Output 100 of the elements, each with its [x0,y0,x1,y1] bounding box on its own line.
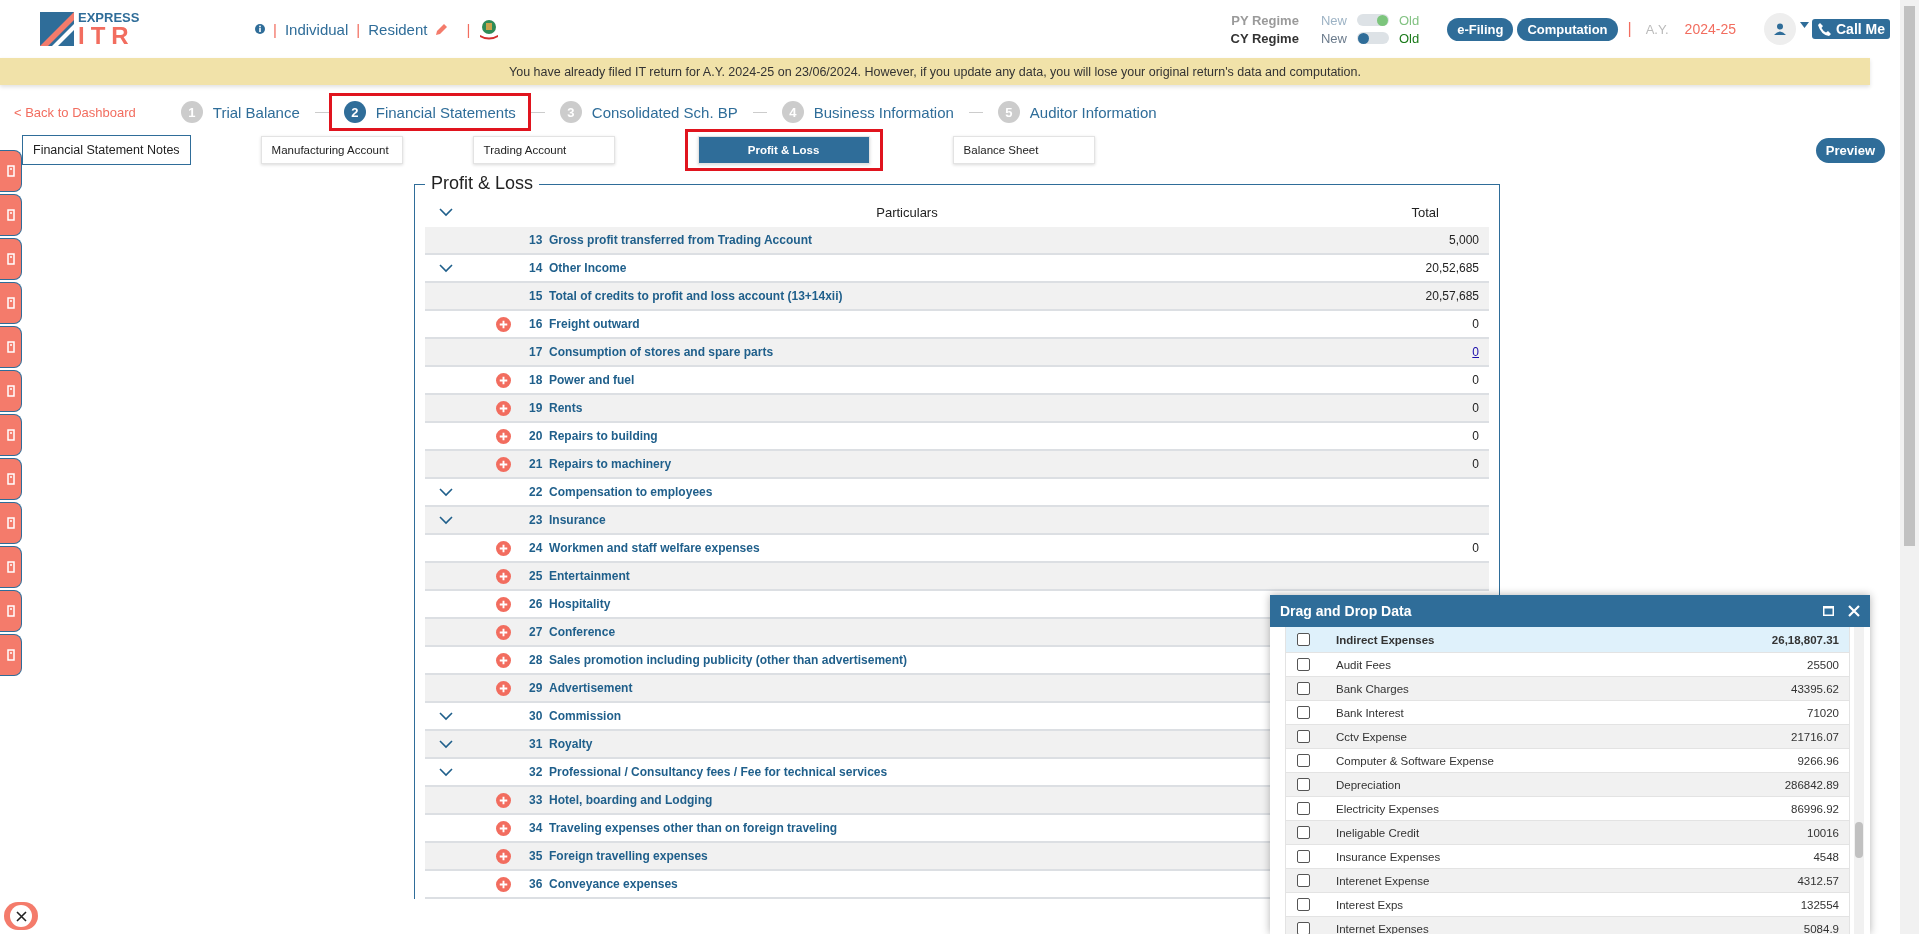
add-icon[interactable] [495,624,511,640]
account-name: Indirect Expenses [1336,633,1436,646]
row-checkbox[interactable] [1297,658,1310,671]
account-amount: 4548 [1812,850,1840,863]
data-row[interactable]: Cctv Expense 21716.07 [1285,725,1850,749]
row-checkbox[interactable] [1297,874,1310,887]
call-me-button[interactable]: Call Me [1812,19,1890,39]
chevron-down-icon[interactable] [439,711,453,721]
account-name: Interest Exps [1336,898,1405,911]
sidebar-tab[interactable] [0,326,22,368]
statement-tab[interactable]: Trading Account [472,136,615,164]
header-button[interactable]: Computation [1517,17,1618,41]
sidebar-tab[interactable] [0,590,22,632]
row-checkbox[interactable] [1297,706,1310,719]
toggle-option: New [1320,12,1347,28]
data-row[interactable]: Bank Charges 43395.62 [1285,677,1850,701]
row-label: 14 Other Income [528,261,628,275]
row-label: 25 Entertainment [528,569,631,583]
chevron-down-icon[interactable] [439,487,453,497]
toggle-option: Old [1398,30,1420,46]
account-name: Ineligable Credit [1336,826,1421,839]
data-row[interactable]: Internet Expenses 5084.9 [1285,917,1850,934]
logo-text: ITR [78,23,135,48]
logo-icon [40,12,74,46]
chevron-down-icon[interactable] [439,767,453,777]
info-icon[interactable] [255,24,265,34]
chevron-down-icon[interactable] [439,263,453,273]
add-icon[interactable] [495,820,511,836]
row-label: 36 Conveyance expenses [528,877,679,891]
sidebar-tab[interactable] [0,546,22,588]
sidebar-tab[interactable] [0,458,22,500]
row-checkbox[interactable] [1297,754,1310,767]
caret-icon[interactable] [1800,22,1809,28]
regime-toggle[interactable] [1356,32,1389,44]
sidebar-tab[interactable] [0,414,22,456]
sidebar-tab[interactable] [0,150,22,192]
person-icon [1774,23,1786,35]
add-icon[interactable] [495,372,511,388]
logo-text: EXPRESS [78,10,140,24]
pencil-icon[interactable] [435,22,449,36]
step-tab[interactable]: 2 Financial Statements [328,93,531,131]
account-name: Interenet Expense [1336,874,1431,887]
sidebar-tab[interactable] [0,282,22,324]
data-row[interactable]: Indirect Expenses 26,18,807.31 [1285,627,1850,653]
statement-tab[interactable]: Manufacturing Account [260,136,403,164]
sidebar-tab[interactable] [0,238,22,280]
regime-label: CY Regime [1229,30,1299,46]
row-checkbox[interactable] [1297,826,1310,839]
statement-tab[interactable]: Profit & Loss [697,136,870,164]
phone-icon [1817,21,1832,37]
step-label: Trial Balance [212,103,300,121]
data-row[interactable]: Depreciation 286842.89 [1285,773,1850,797]
add-icon[interactable] [495,428,511,444]
row-label: 23 Insurance [528,513,607,527]
separator: | [1627,20,1632,38]
add-icon[interactable] [495,456,511,472]
add-icon[interactable] [495,848,511,864]
total-link[interactable]: 0 [1472,345,1479,359]
panel-scrollbar[interactable] [1854,627,1864,934]
chevron-down-icon[interactable] [439,515,453,525]
data-row[interactable]: Ineligable Credit 10016 [1285,821,1850,845]
sidebar-tab[interactable] [0,634,22,676]
sidebar-tab[interactable] [0,194,22,236]
row-checkbox[interactable] [1297,682,1310,695]
add-icon[interactable] [495,596,511,612]
data-row[interactable]: Interenet Expense 4312.57 [1285,869,1850,893]
chevron-down-icon[interactable] [439,739,453,749]
row-checkbox[interactable] [1297,778,1310,791]
preview-button[interactable]: Preview [1815,137,1885,163]
close-button[interactable] [4,902,38,930]
add-icon[interactable] [495,316,511,332]
toggle-knob[interactable] [1357,32,1369,44]
add-icon[interactable] [495,652,511,668]
page-scrollbar[interactable] [1900,0,1919,934]
user-avatar[interactable] [1764,13,1796,45]
row-checkbox[interactable] [1297,922,1310,934]
add-icon[interactable] [495,680,511,696]
regime-toggle[interactable] [1356,14,1389,26]
account-name: Bank Interest [1336,706,1405,719]
add-icon[interactable] [495,876,511,892]
add-icon[interactable] [495,792,511,808]
account-amount: 26,18,807.31 [1770,633,1840,646]
collapse-all-icon[interactable] [439,207,453,217]
header-button[interactable]: e-Filing [1447,17,1514,41]
maximize-icon[interactable] [1823,606,1834,616]
row-checkbox[interactable] [1297,850,1310,863]
row-checkbox[interactable] [1297,802,1310,815]
close-icon[interactable] [1848,605,1860,617]
step-label: Auditor Information [1029,103,1157,121]
sidebar-tab[interactable] [0,370,22,412]
statement-tab[interactable]: Balance Sheet [952,136,1095,164]
add-icon[interactable] [495,540,511,556]
row-checkbox[interactable] [1297,633,1310,646]
add-icon[interactable] [495,568,511,584]
row-checkbox[interactable] [1297,730,1310,743]
row-checkbox[interactable] [1297,898,1310,911]
notes-button[interactable]: Financial Statement Notes [22,135,191,165]
add-icon[interactable] [495,400,511,416]
sidebar-tab[interactable] [0,502,22,544]
toggle-option: Old [1398,12,1420,28]
